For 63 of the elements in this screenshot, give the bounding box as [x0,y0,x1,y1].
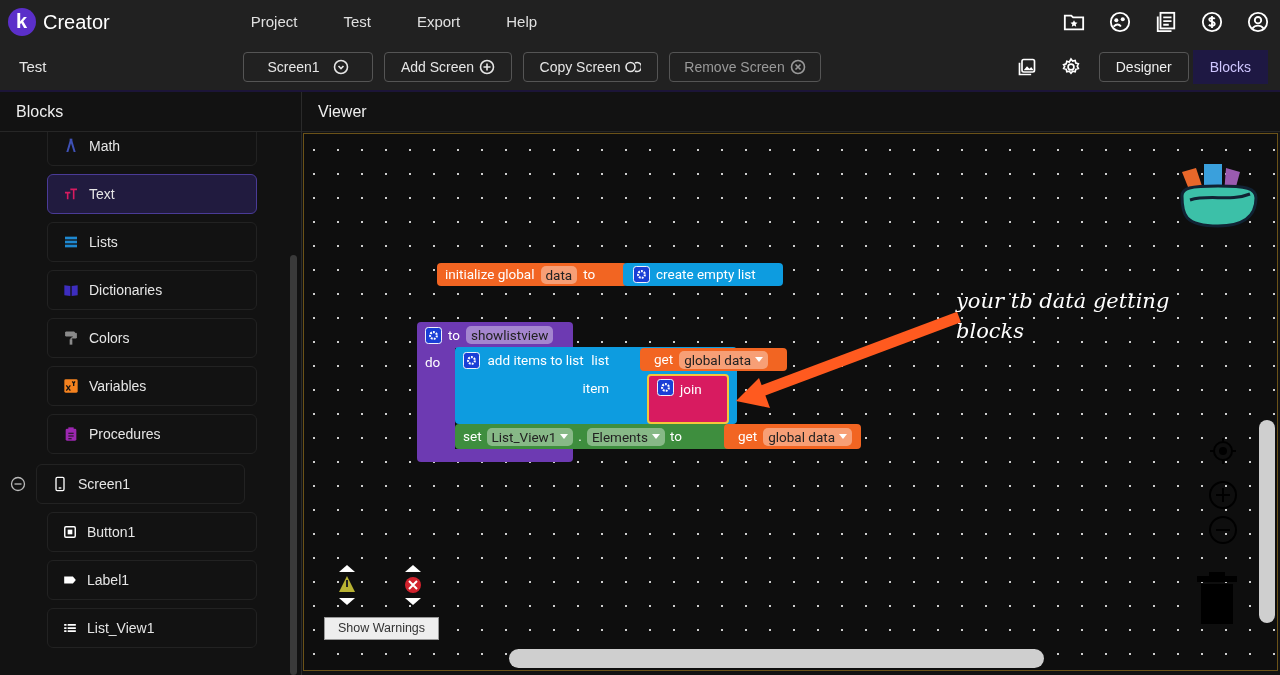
screen-button[interactable]: Copy Screen [523,52,658,82]
logo-icon[interactable]: k [7,8,36,36]
error-indicator-icon[interactable] [403,565,423,605]
caret-icon [651,434,660,439]
add-icon [479,59,496,75]
sidebar-item[interactable]: Dictionaries [47,270,257,310]
app-name: Creator [43,10,110,35]
variable-dropdown[interactable]: global data [763,427,852,446]
dollar-icon[interactable] [1200,11,1223,33]
component-item[interactable]: Button1 [47,512,257,552]
panel-title: Viewer [302,92,1280,132]
view-tab[interactable]: Blocks [1192,50,1268,84]
sidebar-item[interactable]: Text [47,174,257,214]
annotation-text: your tb data getting blocks [956,288,1171,345]
caret-icon [755,357,763,362]
tooltip: Show Warnings [324,617,440,640]
list-icon [63,621,77,635]
sidebar-item[interactable]: Lists [47,222,257,262]
screen-button[interactable]: Screen1 [243,52,373,82]
document-icon[interactable] [1154,11,1177,33]
sidebar-item[interactable]: Procedures [47,414,257,454]
screen-button[interactable]: Add Screen [384,52,512,82]
gallery-icon[interactable] [1016,57,1037,77]
menu-item[interactable]: Project [250,10,298,34]
menu-item[interactable]: Test [343,10,371,34]
sidebar-item[interactable]: Variables [47,366,257,406]
project-name: Test [19,56,48,77]
menu-item[interactable]: Export [416,10,461,34]
component-item[interactable]: List_View1 [47,608,257,648]
procedure-header[interactable]: to showlistview [417,322,573,348]
caret-icon [839,434,847,439]
view-tab[interactable]: Designer [1098,52,1189,82]
variable-name-field[interactable]: data [540,265,578,284]
gear-icon [425,326,442,344]
menu-item[interactable]: Help [506,10,538,34]
remove-icon [789,59,806,75]
sidebar-item[interactable]: Math [47,132,257,166]
user-icon[interactable] [1246,11,1269,33]
gear-icon [633,266,650,283]
caret-icon [560,434,569,439]
property-dropdown[interactable]: Elements [586,427,665,446]
component-item[interactable]: Label1 [47,560,257,600]
component-dropdown[interactable]: List_View1 [486,427,574,446]
settings-icon[interactable] [1060,57,1081,77]
join-block[interactable]: join [647,374,729,424]
scrollbar[interactable] [1259,420,1275,623]
collapse-icon[interactable] [10,476,26,492]
scrollbar[interactable] [290,255,297,675]
phone-icon [52,476,68,492]
getter-block[interactable]: get global data [640,348,787,371]
sidebar-item[interactable]: Colors [47,318,257,358]
scrollbar[interactable] [509,649,1044,668]
copy-icon [625,59,642,75]
procedure-name-field[interactable]: showlistview [466,326,554,344]
dropdown-icon [332,59,349,75]
variable-dropdown[interactable]: global data [679,350,768,369]
gear-icon [463,351,480,369]
component-item[interactable]: Screen1 [36,464,245,504]
warning-indicator-icon[interactable] [337,565,357,605]
gear-icon [657,379,674,396]
button-icon [63,525,77,539]
getter-block[interactable]: get global data [724,424,861,449]
procedure-body[interactable]: do [417,348,455,450]
